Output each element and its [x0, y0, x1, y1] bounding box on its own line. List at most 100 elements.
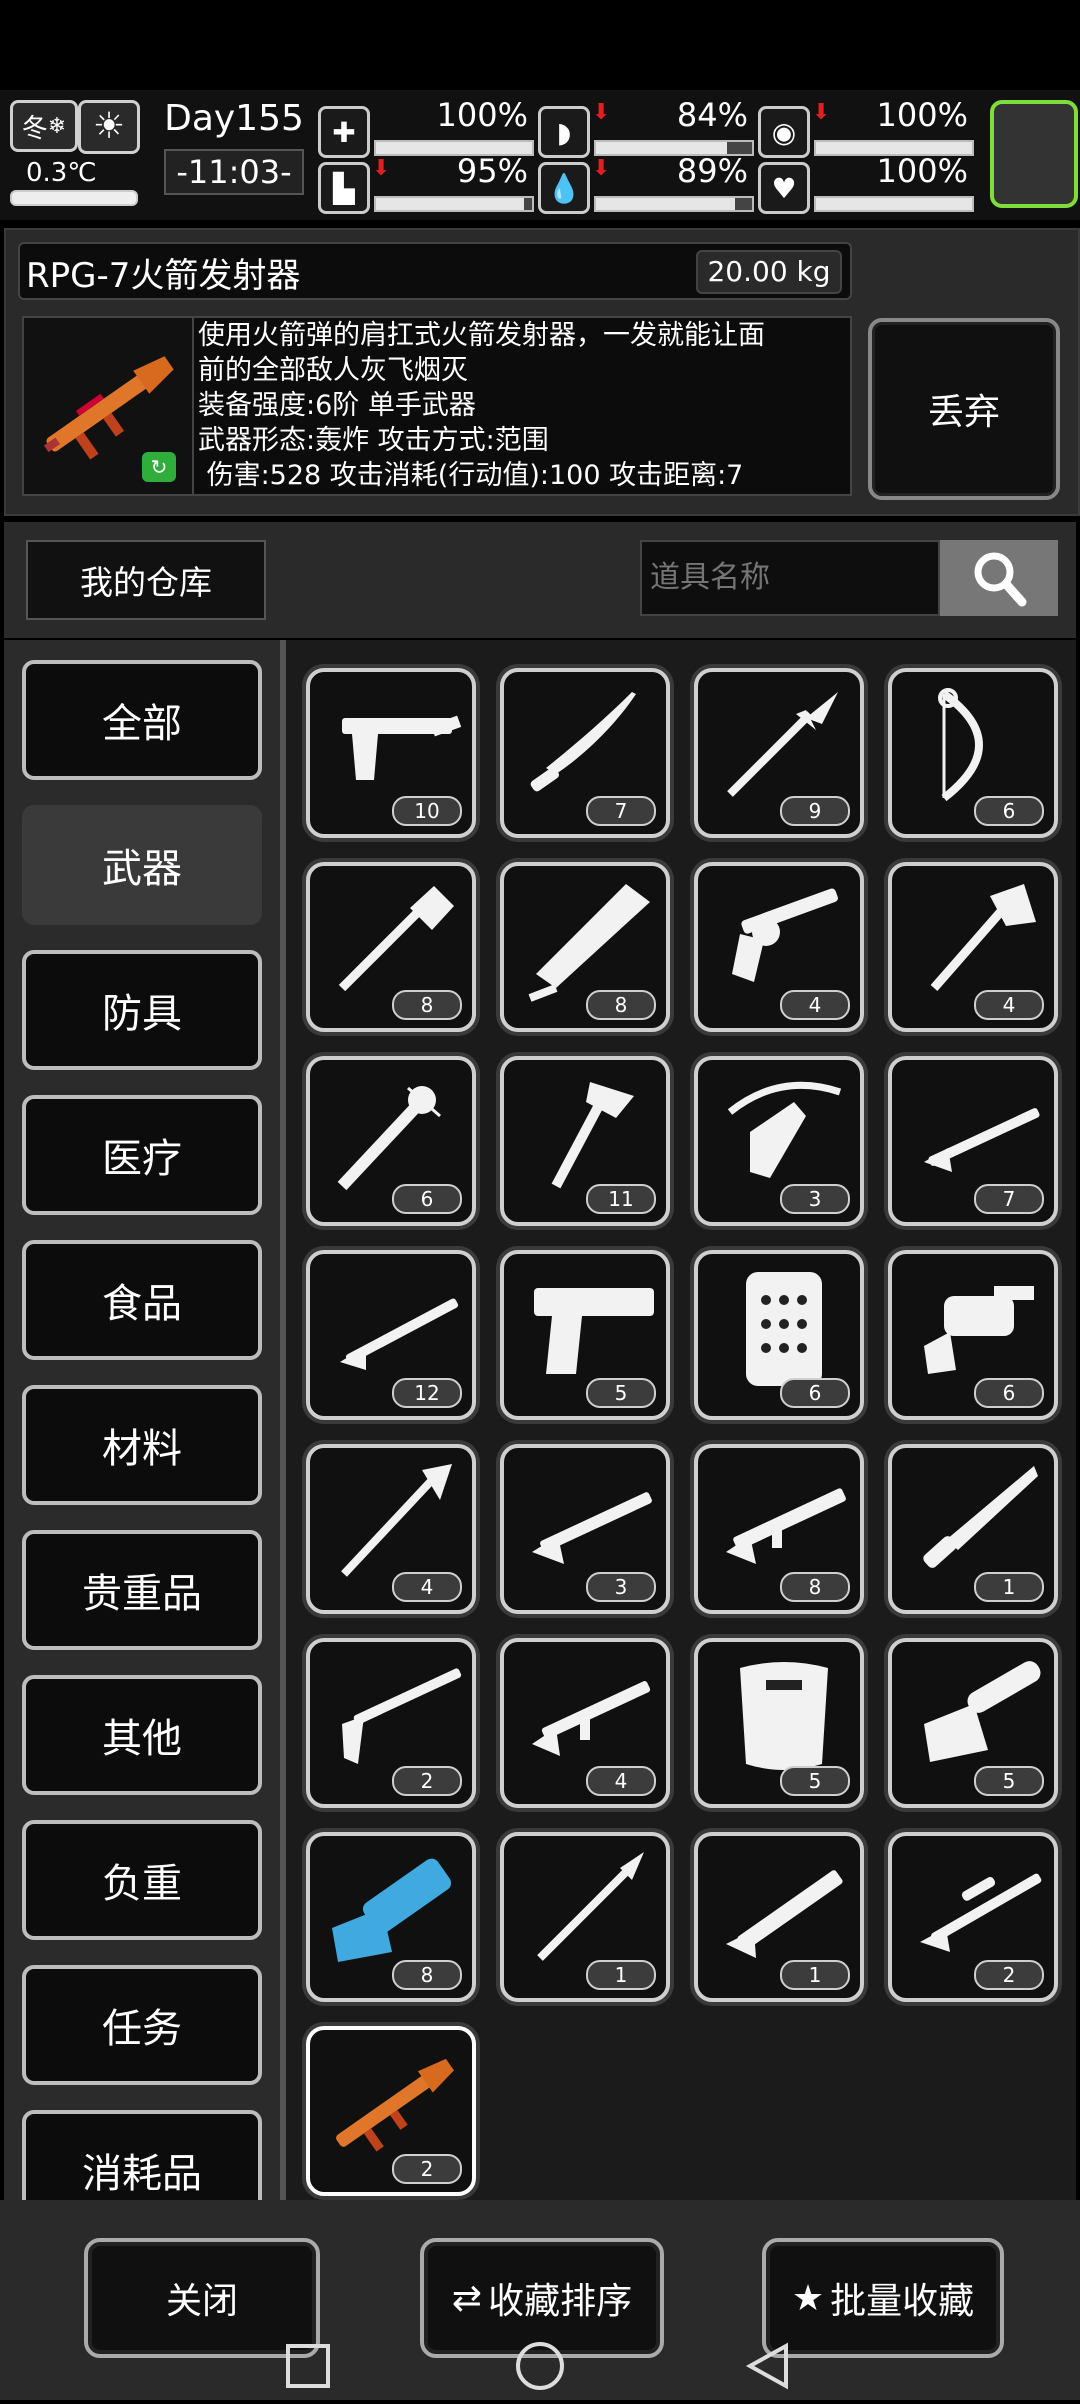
stat-meter: 💧 ⬇ 89%: [538, 152, 754, 216]
inventory-slot[interactable]: 6: [888, 668, 1058, 838]
inventory-slot[interactable]: 8: [500, 862, 670, 1032]
combat-knife-icon: [923, 1466, 1038, 1568]
category-button[interactable]: 食品: [22, 1240, 262, 1360]
inventory-slot[interactable]: 5: [694, 1638, 864, 1808]
item-count-badge: 7: [586, 796, 656, 826]
inventory-slot[interactable]: 8: [694, 1444, 864, 1614]
stat-percent: 95%: [456, 152, 528, 190]
item-count-badge: 3: [780, 1184, 850, 1214]
back-icon[interactable]: [745, 2342, 788, 2390]
category-button[interactable]: 全部: [22, 660, 262, 780]
spiked-bat-icon: [337, 1086, 441, 1191]
inventory-slot[interactable]: 10: [306, 668, 476, 838]
category-button[interactable]: 医疗: [22, 1095, 262, 1215]
inventory-slot[interactable]: 4: [500, 1638, 670, 1808]
inventory-slot[interactable]: 5: [888, 1638, 1058, 1808]
item-count-badge: 6: [392, 1184, 462, 1214]
stat-meter: ◗ ⬇ 84%: [538, 96, 754, 160]
stat-bar: [594, 196, 754, 212]
item-count-badge: 2: [392, 2154, 462, 2184]
carbine-icon: [532, 1492, 652, 1564]
halberd-icon: [341, 1464, 452, 1577]
inventory-slot[interactable]: 4: [306, 1444, 476, 1614]
down-arrow-icon: ⬇: [812, 100, 831, 125]
inventory-slot[interactable]: 3: [500, 1444, 670, 1614]
inventory-slot[interactable]: 1: [694, 1832, 864, 2002]
item-count-badge: 6: [974, 796, 1044, 826]
item-count-badge: 2: [974, 1960, 1044, 1990]
tactical-rifle-icon: [726, 1870, 843, 1958]
item-count-badge: 1: [974, 1572, 1044, 1602]
inventory-slot[interactable]: 2: [888, 1832, 1058, 2002]
item-count-badge: 12: [392, 1378, 462, 1408]
inventory-slot[interactable]: 4: [694, 862, 864, 1032]
revolver-icon: [732, 888, 838, 982]
category-button[interactable]: 防具: [22, 950, 262, 1070]
item-count-badge: 6: [974, 1378, 1044, 1408]
inventory-slot[interactable]: 9: [694, 668, 864, 838]
day-time-widget: Day155 -11:03-: [164, 98, 304, 208]
mind-icon: ◉: [758, 106, 810, 158]
item-count-badge: 11: [586, 1184, 656, 1214]
inventory-slot[interactable]: 8: [306, 1832, 476, 2002]
inventory-slot[interactable]: 6: [694, 1250, 864, 1420]
item-count-badge: 8: [780, 1572, 850, 1602]
home-icon[interactable]: [516, 2342, 564, 2390]
rpg-launcher-icon: [336, 2058, 454, 2152]
hatchet-icon: [930, 884, 1036, 991]
category-button[interactable]: 负重: [22, 1820, 262, 1940]
inventory-slot[interactable]: 6: [306, 1056, 476, 1226]
water-drop-icon: 💧: [538, 162, 590, 214]
shotgun-icon: [342, 1668, 462, 1764]
snowflake-icon: ❄: [47, 113, 67, 139]
discard-button[interactable]: 丢弃: [868, 318, 1060, 500]
inventory-slot[interactable]: 7: [500, 668, 670, 838]
down-arrow-icon: ⬇: [372, 156, 391, 181]
stomach-icon: ◗: [538, 106, 590, 158]
inventory-slot[interactable]: 7: [888, 1056, 1058, 1226]
inventory-slot[interactable]: 2: [306, 1638, 476, 1808]
item-count-badge: 4: [586, 1766, 656, 1796]
inventory-slot[interactable]: 6: [888, 1250, 1058, 1420]
category-button[interactable]: 材料: [22, 1385, 262, 1505]
recent-apps-icon[interactable]: [286, 2344, 330, 2388]
category-button[interactable]: 其他: [22, 1675, 262, 1795]
inventory-slot[interactable]: 12: [306, 1250, 476, 1420]
inventory-slot[interactable]: 8: [306, 862, 476, 1032]
inventory-slot[interactable]: 4: [888, 862, 1058, 1032]
category-list: 全部武器防具医疗食品材料贵重品其他负重任务消耗品: [4, 640, 280, 2200]
item-count-badge: 1: [586, 1960, 656, 1990]
stat-bar: [814, 196, 974, 212]
category-button[interactable]: 贵重品: [22, 1530, 262, 1650]
stat-percent: 100%: [876, 96, 968, 134]
boot-icon: ▙: [318, 162, 370, 214]
temperature-label: 0.3℃: [26, 158, 97, 188]
stat-meter: ◉ ⬇ 100%: [758, 96, 974, 160]
search-input[interactable]: [640, 540, 940, 616]
inventory-slot[interactable]: 3: [694, 1056, 864, 1226]
compound-bow-icon: [938, 688, 983, 802]
stat-percent: 89%: [676, 152, 748, 190]
day-label: Day155: [164, 98, 304, 139]
item-count-badge: 4: [974, 990, 1044, 1020]
description-line: 伤害:528 攻击消耗(行动值):100 攻击距离:7: [198, 460, 744, 491]
search-button[interactable]: [940, 540, 1058, 616]
description-line: 装备强度:6阶 单手武器: [198, 390, 476, 421]
stat-percent: 84%: [676, 96, 748, 134]
item-count-badge: 7: [974, 1184, 1044, 1214]
quick-slot-button[interactable]: [990, 100, 1078, 208]
inventory-slot[interactable]: 2: [306, 2026, 476, 2196]
sniper-rifle-icon: [920, 1873, 1042, 1952]
inventory-slot[interactable]: 11: [500, 1056, 670, 1226]
item-name: RPG-7火箭发射器: [26, 256, 301, 296]
category-button[interactable]: 武器: [22, 805, 262, 925]
system-nav-bar: [0, 2290, 1080, 2400]
category-button[interactable]: 任务: [22, 1965, 262, 2085]
category-button[interactable]: 消耗品: [22, 2110, 262, 2200]
inventory-slot[interactable]: 1: [888, 1444, 1058, 1614]
inventory-slot[interactable]: 1: [500, 1832, 670, 2002]
riot-shield-icon: [746, 1272, 822, 1386]
inventory-slot[interactable]: 5: [500, 1250, 670, 1420]
grenade-launcher-icon: [924, 1286, 1034, 1374]
cleaver-icon: [528, 884, 650, 1002]
